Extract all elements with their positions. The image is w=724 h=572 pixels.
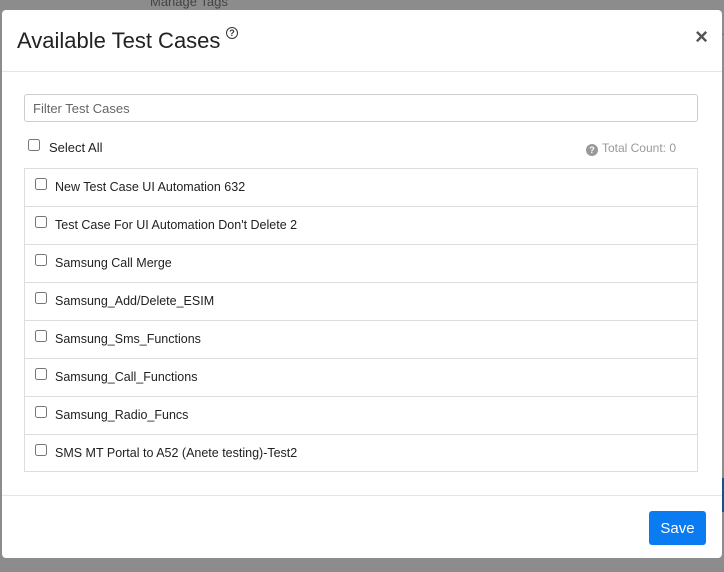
test-case-checkbox[interactable]	[35, 292, 47, 304]
test-case-checkbox[interactable]	[35, 368, 47, 380]
test-case-list[interactable]: New Test Case UI Automation 632 Test Cas…	[24, 168, 698, 472]
background-manage-tags-text: Manage Tags	[150, 0, 228, 9]
test-case-label: Samsung_Radio_Funcs	[55, 408, 189, 422]
filter-test-cases-input[interactable]	[24, 94, 698, 122]
test-case-checkbox[interactable]	[35, 330, 47, 342]
test-case-label: New Test Case UI Automation 632	[55, 180, 246, 194]
available-test-cases-modal: Available Test Cases ? × Select All ?Tot…	[2, 10, 722, 558]
save-button[interactable]: Save	[649, 511, 706, 545]
list-item[interactable]: New Test Case UI Automation 632	[25, 169, 697, 207]
test-case-label: Samsung_Call_Functions	[55, 370, 198, 384]
close-button[interactable]: ×	[695, 26, 708, 48]
test-case-checkbox[interactable]	[35, 178, 47, 190]
modal-title: Available Test Cases	[17, 28, 221, 53]
select-all-label: Select All	[49, 140, 103, 155]
list-item[interactable]: Samsung_Add/Delete_ESIM	[25, 283, 697, 321]
test-case-label: Samsung Call Merge	[55, 256, 172, 270]
question-circle-icon[interactable]: ?	[226, 27, 238, 39]
list-item[interactable]: Samsung Call Merge	[25, 245, 697, 283]
test-case-label: Samsung_Sms_Functions	[55, 332, 201, 346]
list-item[interactable]: Test Case For UI Automation Don't Delete…	[25, 207, 697, 245]
modal-header: Available Test Cases ? ×	[2, 10, 722, 72]
total-count: ? Total Count: 0	[585, 141, 676, 156]
test-case-label: Test Case For UI Automation Don't Delete…	[55, 218, 298, 232]
select-all-checkbox[interactable]	[28, 139, 40, 151]
list-item[interactable]: SMS MT Portal to A52 (Anete testing)-Tes…	[25, 435, 697, 471]
test-case-checkbox[interactable]	[35, 406, 47, 418]
list-item[interactable]: Samsung_Sms_Functions	[25, 321, 697, 359]
list-item[interactable]: Samsung_Radio_Funcs	[25, 397, 697, 435]
test-case-label: SMS MT Portal to A52 (Anete testing)-Tes…	[55, 446, 298, 460]
list-item[interactable]: Samsung_Call_Functions	[25, 359, 697, 397]
test-case-label: Samsung_Add/Delete_ESIM	[55, 294, 215, 308]
test-case-checkbox[interactable]	[35, 444, 47, 456]
test-case-checkbox[interactable]	[35, 216, 47, 228]
test-case-checkbox[interactable]	[35, 254, 47, 266]
total-count-text: Total Count: 0	[601, 141, 676, 155]
question-circle-icon: ?	[585, 144, 598, 156]
modal-footer: Save	[2, 495, 722, 558]
